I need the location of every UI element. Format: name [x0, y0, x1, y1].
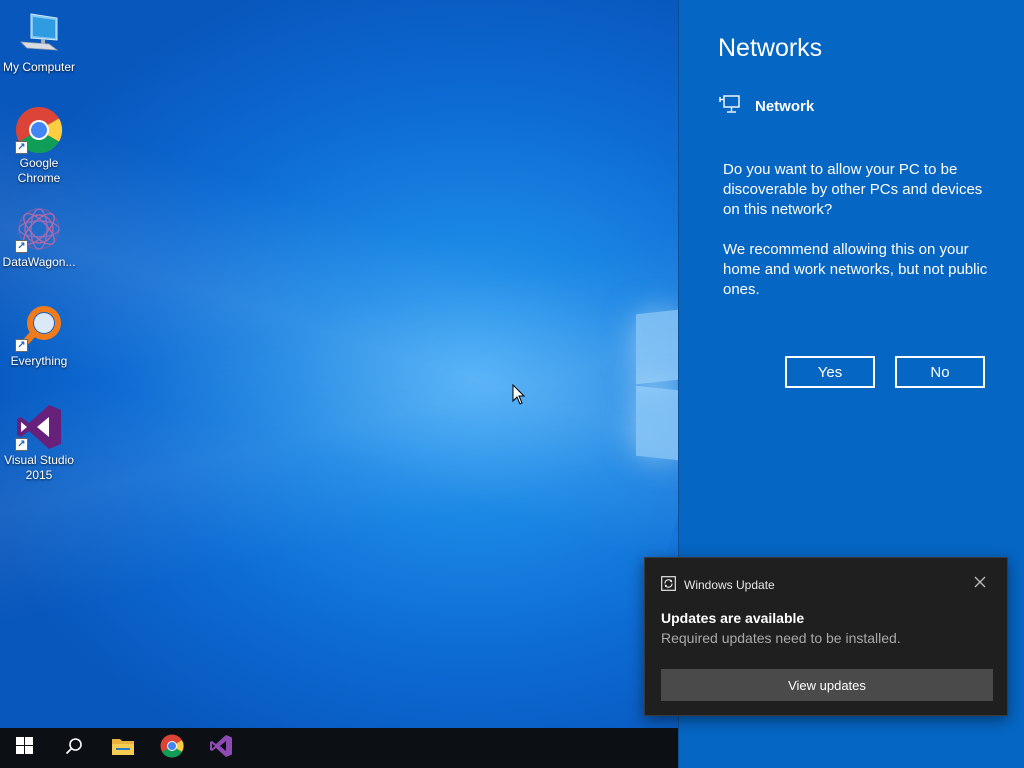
start-icon [16, 737, 33, 759]
yes-button[interactable]: Yes [785, 356, 875, 388]
desktop: My Computer ↗ Google Chrome ↗ DataWagon.… [0, 0, 678, 728]
desktop-icon-label: Everything [10, 354, 68, 368]
ethernet-icon [719, 94, 741, 119]
taskbar [0, 728, 678, 768]
visual-studio-icon [209, 734, 233, 763]
desktop-icon-label: DataWagon... [2, 255, 76, 269]
network-row: Network [719, 94, 814, 119]
file-explorer-icon [111, 736, 135, 761]
search-button[interactable] [49, 728, 98, 768]
mouse-cursor-icon [512, 384, 526, 405]
wallpaper-logo-tile [636, 309, 678, 385]
view-updates-button[interactable]: View updates [661, 669, 993, 701]
discovery-recommendation: We recommend allowing this on your home … [723, 241, 988, 298]
search-icon [65, 737, 83, 760]
desktop-icon-label: My Computer [2, 60, 76, 74]
start-button[interactable] [0, 728, 49, 768]
desktop-icon-label: Google Chrome [17, 156, 61, 185]
desktop-icon-datawagon[interactable]: ↗ DataWagon... [0, 205, 78, 270]
taskbar-visual-studio[interactable] [196, 728, 245, 768]
desktop-icon-my-computer[interactable]: My Computer [0, 10, 78, 75]
no-button[interactable]: No [895, 356, 985, 388]
shortcut-arrow-icon: ↗ [15, 438, 28, 451]
toast-app-name: Windows Update [684, 578, 775, 592]
desktop-icon-label: Visual Studio 2015 [4, 453, 74, 482]
desktop-icon-everything[interactable]: ↗ Everything [0, 304, 78, 369]
shortcut-arrow-icon: ↗ [15, 141, 28, 154]
desktop-icon-visual-studio-2015[interactable]: ↗ Visual Studio 2015 [0, 403, 78, 483]
chrome-icon [160, 734, 184, 763]
computer-icon [15, 10, 63, 58]
chrome-icon: ↗ [15, 106, 63, 154]
windows-update-icon [661, 576, 676, 594]
desktop-icon-google-chrome[interactable]: ↗ Google Chrome [0, 106, 78, 186]
taskbar-chrome[interactable] [147, 728, 196, 768]
toast-body: Required updates need to be installed. [661, 630, 901, 646]
datawagon-icon: ↗ [15, 205, 63, 253]
windows-update-toast: Windows Update Updates are available Req… [644, 557, 1008, 716]
network-name: Network [755, 98, 815, 115]
wallpaper-logo-tile [636, 385, 678, 461]
toast-header: Windows Update [661, 576, 775, 594]
visual-studio-icon: ↗ [15, 403, 63, 451]
taskbar-file-explorer[interactable] [98, 728, 147, 768]
shortcut-arrow-icon: ↗ [15, 339, 28, 352]
everything-search-icon: ↗ [15, 304, 63, 352]
discovery-prompt: Do you want to allow your PC to be disco… [723, 160, 993, 300]
discovery-question: Do you want to allow your PC to be disco… [723, 161, 983, 218]
panel-title: Networks [718, 34, 823, 62]
shortcut-arrow-icon: ↗ [15, 240, 28, 253]
toast-title: Updates are available [661, 610, 805, 626]
close-icon[interactable] [973, 575, 987, 589]
